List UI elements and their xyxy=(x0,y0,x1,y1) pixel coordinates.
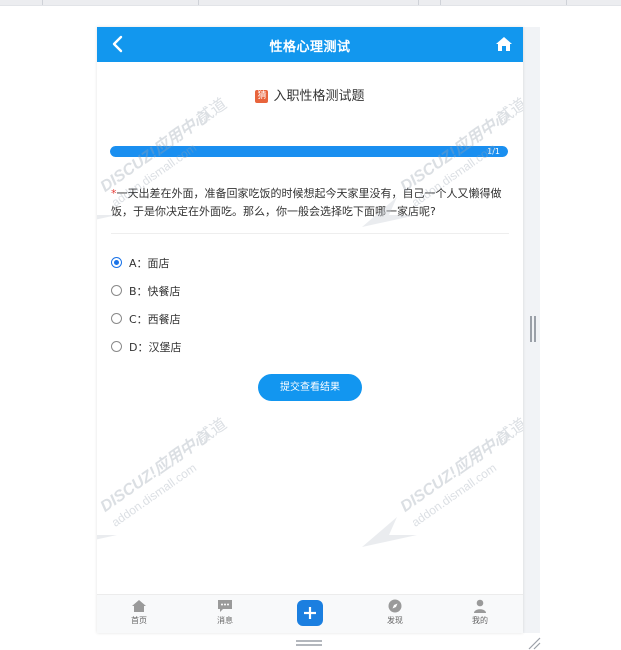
option-a[interactable]: A：面店 xyxy=(111,254,311,272)
submit-button[interactable]: 提交查看结果 xyxy=(258,374,362,401)
tab-messages[interactable]: 消息 xyxy=(195,599,255,633)
add-post-button[interactable] xyxy=(297,600,323,626)
phone-frame: 性格心理测试 猜入职性格测试题 1/1 *一天出差在外面，准备回家吃饭的时候想起… xyxy=(97,27,523,633)
plus-icon xyxy=(304,607,316,619)
quiz-tag-badge: 猜 xyxy=(255,90,269,103)
watermark-logo: DISCUZ!应用中心 addon.dismall.com 贰道 xyxy=(362,94,523,227)
home-icon[interactable] xyxy=(495,35,513,53)
bottom-resize-handle[interactable] xyxy=(296,640,322,646)
corner-resize-grip-icon[interactable] xyxy=(527,636,541,650)
option-label: D：汉堡店 xyxy=(129,341,182,354)
host-top-strip xyxy=(0,0,621,6)
tab-home[interactable]: 首页 xyxy=(109,599,169,633)
strip-divider xyxy=(42,0,43,5)
tab-label: 发现 xyxy=(387,616,403,625)
radio-button[interactable] xyxy=(111,257,122,268)
user-icon xyxy=(474,599,486,613)
app-header: 性格心理测试 xyxy=(97,27,523,62)
tab-label: 消息 xyxy=(217,616,233,625)
side-resize-handle[interactable] xyxy=(530,316,536,342)
option-label: A：面店 xyxy=(129,257,170,270)
message-icon xyxy=(218,600,232,612)
radio-button[interactable] xyxy=(111,341,122,352)
tab-discover[interactable]: 发现 xyxy=(365,599,425,633)
option-label: B：快餐店 xyxy=(129,285,181,298)
tab-label: 首页 xyxy=(131,616,147,625)
compass-icon xyxy=(388,599,402,613)
radio-button[interactable] xyxy=(111,313,122,324)
watermark-logo: DISCUZ!应用中心 addon.dismall.com 贰道 xyxy=(97,94,230,220)
strip-divider xyxy=(566,0,567,5)
strip-divider xyxy=(440,0,441,5)
option-c[interactable]: C：西餐店 xyxy=(111,310,311,328)
watermark-logo: DISCUZ!应用中心 addon.dismall.com 贰道 xyxy=(362,414,523,547)
bottom-tabbar: 首页 消息 发现 我的 xyxy=(97,594,523,633)
strip-divider xyxy=(198,0,199,5)
option-d[interactable]: D：汉堡店 xyxy=(111,338,311,356)
radio-button[interactable] xyxy=(111,285,122,296)
page-title: 性格心理测试 xyxy=(269,40,351,55)
option-label: C：西餐店 xyxy=(129,313,181,326)
watermark-logo: DISCUZ!应用中心 addon.dismall.com 贰道 xyxy=(97,414,230,540)
home-icon xyxy=(132,600,146,612)
option-b[interactable]: B：快餐店 xyxy=(111,282,311,300)
strip-divider xyxy=(418,0,419,5)
tab-profile[interactable]: 我的 xyxy=(450,599,510,633)
tab-label: 我的 xyxy=(472,616,488,625)
quiz-title: 入职性格测试题 xyxy=(273,89,365,104)
